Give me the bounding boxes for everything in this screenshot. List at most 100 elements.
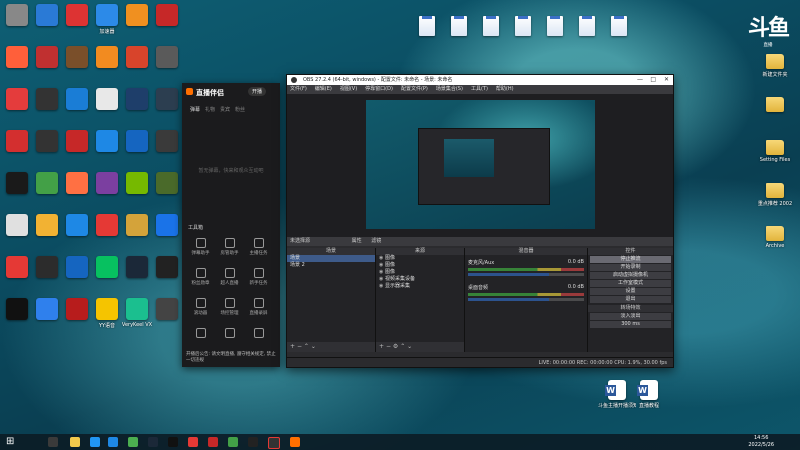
tiktok-icon[interactable] xyxy=(168,437,178,447)
tool-icon xyxy=(253,328,264,338)
toolbox-item[interactable]: 粉丝勋章 xyxy=(186,268,215,286)
toolbox-item[interactable]: 场控管理 xyxy=(215,298,244,316)
menu-item[interactable]: 工具(T) xyxy=(471,86,488,92)
minimize-icon[interactable]: — xyxy=(637,75,643,85)
obs-window[interactable]: OBS 27.2.4 (64-bit, windows) - 配置文件: 未命名… xyxy=(286,74,674,368)
desktop-shortcut[interactable] xyxy=(148,46,186,70)
menu-item[interactable]: 帮助(H) xyxy=(496,86,514,92)
taskbar: ⊞ 14:56 2022/5/26 xyxy=(0,434,800,450)
desktop-shortcut[interactable] xyxy=(148,130,186,154)
douyu-notice: 开播后公告: 请文明直播, 遵守相关规定, 禁止一切违规 xyxy=(186,352,276,363)
remove-icon[interactable]: − xyxy=(297,343,302,350)
desktop-shortcut[interactable] xyxy=(148,4,186,28)
source-item[interactable]: ◉ 显示器采集 xyxy=(376,283,464,290)
folder-icon xyxy=(766,97,784,112)
taskbar-app-icon[interactable] xyxy=(90,437,100,447)
menu-item[interactable]: 停靠窗口(D) xyxy=(365,86,393,92)
toolbox-item[interactable]: 滚动器 xyxy=(186,298,215,316)
toolbox-item[interactable]: 主播任务 xyxy=(244,238,273,256)
desktop-folder[interactable] xyxy=(756,93,794,114)
down-icon[interactable]: ⌄ xyxy=(407,343,412,350)
filters-button[interactable]: 滤镜 xyxy=(371,238,381,244)
obs-taskbar-icon[interactable] xyxy=(268,437,280,449)
menu-item[interactable]: 文件(F) xyxy=(290,86,307,92)
start-recording-button[interactable]: 开始录制 xyxy=(590,264,671,271)
desktop-shortcut[interactable] xyxy=(148,88,186,112)
source-item[interactable]: ◉ 视频采集设备 xyxy=(376,276,464,283)
toolbox-item[interactable] xyxy=(186,328,215,340)
tab-fans[interactable]: 粉丝 xyxy=(235,107,245,113)
douyu-companion-window[interactable]: 直播伴侣 开播 弹幕 礼物 贵宾 粉丝 暂无弹幕，快来和观众互动吧 工具箱 弹幕助手房… xyxy=(182,83,280,367)
volume-slider[interactable] xyxy=(468,273,584,276)
close-icon[interactable]: ✕ xyxy=(664,75,669,85)
toolbox-item[interactable] xyxy=(215,328,244,340)
mixer-channel-db: 0.0 dB xyxy=(567,284,584,290)
up-icon[interactable]: ⌃ xyxy=(304,343,309,350)
add-icon[interactable]: + xyxy=(379,343,384,350)
desktop-file[interactable] xyxy=(600,4,638,38)
source-item[interactable]: ◉ 图像 xyxy=(376,262,464,269)
desktop-shortcut[interactable] xyxy=(148,298,186,322)
add-icon[interactable]: + xyxy=(290,343,295,350)
maximize-icon[interactable]: □ xyxy=(650,75,656,85)
scene-item[interactable]: 场景 xyxy=(287,255,375,262)
gear-icon[interactable]: ⚙ xyxy=(393,343,398,350)
toolbox-item[interactable]: 新手任务 xyxy=(244,268,273,286)
volume-meter xyxy=(468,268,584,271)
transition-select[interactable]: 淡入淡出 xyxy=(590,313,671,320)
menu-item[interactable]: 场景集合(S) xyxy=(436,86,463,92)
douyu-taskbar-icon[interactable] xyxy=(290,437,300,447)
toolbox-item[interactable]: 直播录屏 xyxy=(244,298,273,316)
settings-button[interactable]: 设置 xyxy=(590,288,671,295)
taskbar-app-icon[interactable] xyxy=(188,437,198,447)
transition-duration[interactable]: 300 ms xyxy=(590,321,671,328)
menu-item[interactable]: 视图(V) xyxy=(340,86,357,92)
app-icon xyxy=(156,88,178,110)
desktop-folder[interactable]: Archive xyxy=(756,222,794,249)
toolbox-item[interactable] xyxy=(244,328,273,340)
folder-icon[interactable] xyxy=(70,437,80,447)
tab-vip[interactable]: 贵宾 xyxy=(220,107,230,113)
menu-item[interactable]: 配置文件(P) xyxy=(401,86,428,92)
tab-gifts[interactable]: 礼物 xyxy=(205,107,215,113)
toolbox-item[interactable]: 房管助手 xyxy=(215,238,244,256)
taskbar-app-icon[interactable] xyxy=(208,437,218,447)
steam-icon[interactable] xyxy=(148,437,158,447)
taskbar-app-icon[interactable] xyxy=(128,437,138,447)
desktop-shortcut[interactable] xyxy=(148,214,186,238)
tool-icon xyxy=(195,328,206,338)
source-item[interactable]: ◉ 图像 xyxy=(376,255,464,262)
clock[interactable]: 14:56 2022/5/26 xyxy=(748,435,774,449)
xbox-icon[interactable] xyxy=(228,437,238,447)
desktop-word-doc[interactable]: 直播教程 xyxy=(630,380,668,409)
exit-button[interactable]: 退出 xyxy=(590,296,671,303)
toolbox-item[interactable]: 弹幕助手 xyxy=(186,238,215,256)
start-icon[interactable]: ⊞ xyxy=(6,437,16,447)
obs-preview[interactable] xyxy=(287,94,673,237)
app-icon xyxy=(96,130,118,152)
down-icon[interactable]: ⌄ xyxy=(311,343,316,350)
scene-item[interactable]: 场景 2 xyxy=(287,262,375,269)
desktop-folder[interactable]: 重点推荐 2002 xyxy=(756,179,794,207)
taskbar-app-icon[interactable] xyxy=(48,437,58,447)
menu-item[interactable]: 编辑(E) xyxy=(315,86,332,92)
stop-stream-button[interactable]: 停止推流 xyxy=(590,256,671,263)
preview-nested-canvas xyxy=(444,139,494,177)
properties-button[interactable]: 属性 xyxy=(352,238,362,244)
remove-icon[interactable]: − xyxy=(386,343,391,350)
toolbox-item[interactable]: 超人直播 xyxy=(215,268,244,286)
studio-mode-button[interactable]: 工作室模式 xyxy=(590,280,671,287)
taskbar-app-icon[interactable] xyxy=(248,437,258,447)
taskbar-app-icon[interactable] xyxy=(108,437,118,447)
douyu-start-pill[interactable]: 开播 xyxy=(248,87,267,96)
tab-danmaku[interactable]: 弹幕 xyxy=(190,107,200,113)
desktop-shortcut[interactable] xyxy=(148,172,186,196)
volume-slider[interactable] xyxy=(468,298,584,301)
desktop-folder[interactable]: 新建文件夹 xyxy=(756,50,794,78)
desktop-shortcut[interactable] xyxy=(148,256,186,280)
app-icon xyxy=(36,256,58,278)
up-icon[interactable]: ⌃ xyxy=(400,343,405,350)
desktop-folder[interactable]: Setting Files xyxy=(756,136,794,163)
virtual-camera-button[interactable]: 启动虚拟摄像机 xyxy=(590,272,671,279)
source-item[interactable]: ◉ 图像 xyxy=(376,269,464,276)
